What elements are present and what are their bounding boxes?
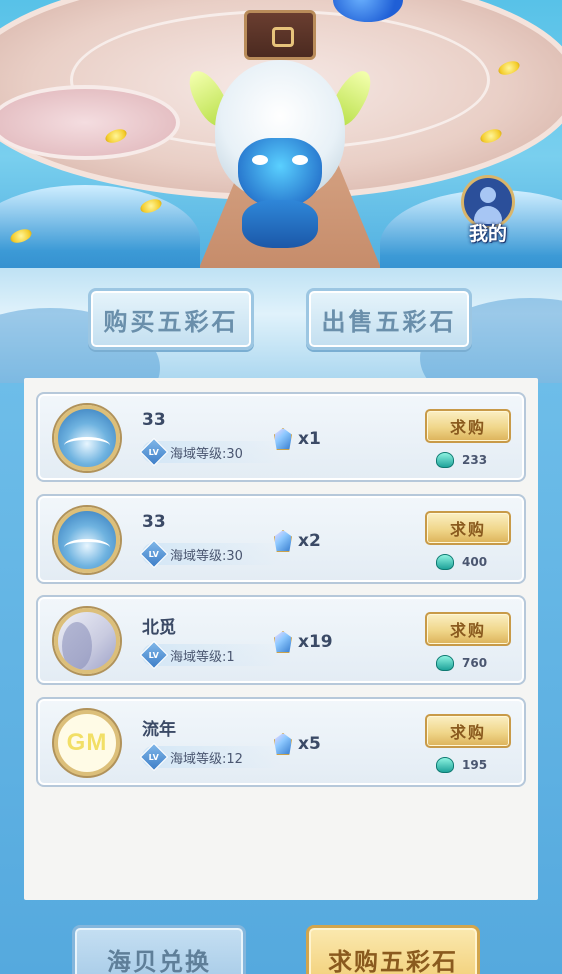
shell-currency-icon bbox=[436, 554, 454, 570]
player-name: 流年 bbox=[142, 720, 176, 740]
sea-level: LV 海域等级:30 bbox=[139, 437, 282, 467]
tab-buy-stones[interactable]: 购买五彩石 bbox=[88, 288, 254, 350]
stone-quantity: x2 bbox=[298, 531, 321, 551]
shell-currency-icon bbox=[436, 757, 454, 773]
colorful-stone-icon bbox=[272, 731, 294, 757]
price: 195 bbox=[436, 757, 487, 773]
price-value: 760 bbox=[462, 656, 488, 670]
stone-quantity: x5 bbox=[298, 734, 321, 754]
level-text: 海域等级:30 bbox=[170, 446, 243, 462]
sea-level: LV 海域等级:1 bbox=[139, 640, 282, 670]
list-item: 33 LV 海域等级:30 x2 求购 400 bbox=[36, 494, 526, 584]
mascot-eye bbox=[252, 155, 268, 165]
sea-level: LV 海域等级:30 bbox=[139, 539, 282, 569]
sea-avatar bbox=[54, 405, 120, 471]
gm-avatar-text: GM bbox=[66, 729, 108, 756]
lv-badge-icon: LV bbox=[139, 437, 169, 467]
request-button[interactable]: 求购 bbox=[425, 511, 511, 545]
game-scene-banner: 我的 bbox=[0, 0, 562, 285]
tab-bar: 购买五彩石 出售五彩石 bbox=[0, 268, 562, 383]
price-value: 400 bbox=[462, 555, 488, 569]
list-item: GM 流年 LV 海域等级:12 x5 求购 195 bbox=[36, 697, 526, 787]
my-profile-button[interactable]: 我的 bbox=[455, 175, 521, 245]
level-text: 海域等级:12 bbox=[170, 751, 243, 767]
lv-badge-icon: LV bbox=[139, 742, 169, 772]
shell-currency-icon bbox=[436, 655, 454, 671]
stone-quantity: x19 bbox=[298, 632, 333, 652]
level-text: 海域等级:1 bbox=[170, 649, 235, 665]
list-item: 北觅 LV 海域等级:1 x19 求购 760 bbox=[36, 595, 526, 685]
sea-level: LV 海域等级:12 bbox=[139, 742, 282, 772]
price-value: 195 bbox=[462, 758, 488, 772]
colorful-stone-icon bbox=[272, 629, 294, 655]
sea-avatar bbox=[54, 507, 120, 573]
mascot-eye bbox=[292, 155, 308, 165]
treasure-chest-icon bbox=[244, 10, 316, 60]
lv-badge-icon: LV bbox=[139, 539, 169, 569]
price-value: 233 bbox=[462, 453, 488, 467]
request-stones-button[interactable]: 求购五彩石 bbox=[306, 925, 480, 974]
request-button[interactable]: 求购 bbox=[425, 612, 511, 646]
gm-avatar: GM bbox=[54, 710, 120, 776]
colorful-stone-icon bbox=[272, 528, 294, 554]
colorful-stone-icon bbox=[272, 426, 294, 452]
stone-quantity: x1 bbox=[298, 429, 321, 449]
lv-badge-icon: LV bbox=[139, 640, 169, 670]
level-text: 海域等级:30 bbox=[170, 548, 243, 564]
price: 233 bbox=[436, 452, 487, 468]
request-button[interactable]: 求购 bbox=[425, 714, 511, 748]
tab-sell-stones[interactable]: 出售五彩石 bbox=[306, 288, 472, 350]
dragon-mascot bbox=[181, 60, 379, 250]
face-avatar bbox=[54, 608, 120, 674]
mascot-face bbox=[238, 138, 322, 208]
player-name: 33 bbox=[142, 512, 166, 532]
request-button[interactable]: 求购 bbox=[425, 409, 511, 443]
player-name: 北觅 bbox=[142, 618, 176, 638]
shell-exchange-button[interactable]: 海贝兑换 bbox=[72, 925, 246, 974]
listing-panel: 33 LV 海域等级:30 x1 求购 233 33 LV 海域等级:30 x2… bbox=[24, 378, 538, 900]
price: 760 bbox=[436, 655, 487, 671]
my-profile-label: 我的 bbox=[468, 223, 507, 245]
list-item: 33 LV 海域等级:30 x1 求购 233 bbox=[36, 392, 526, 482]
player-name: 33 bbox=[142, 410, 166, 430]
shell-currency-icon bbox=[436, 452, 454, 468]
price: 400 bbox=[436, 554, 487, 570]
mascot-body bbox=[242, 200, 318, 248]
